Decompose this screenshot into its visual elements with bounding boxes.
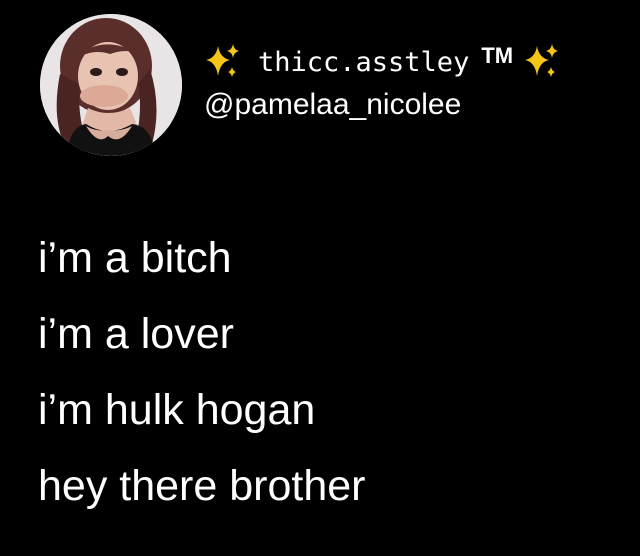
tweet-line: i’m a lover — [38, 310, 234, 358]
tweet-line: i’m hulk hogan — [38, 386, 316, 434]
trademark-symbol: TM — [481, 43, 514, 68]
display-name-text: thicc.asstley — [258, 46, 470, 78]
sparkles-icon — [521, 42, 561, 82]
tweet-line: hey there brother — [38, 462, 366, 510]
tweet-body: i’m a bitch i’m a lover i’m hulk hogan h… — [38, 220, 365, 524]
profile-photo-icon — [40, 14, 182, 156]
sparkles-icon — [202, 42, 242, 82]
user-handle[interactable]: @pamelaa_nicolee — [204, 88, 461, 122]
display-name[interactable]: thicc.asstley TM — [202, 40, 561, 84]
avatar[interactable] — [40, 14, 182, 156]
tweet-line: i’m a bitch — [38, 234, 232, 282]
tweet-card: thicc.asstley TM @pamelaa_nicolee i’m a … — [0, 0, 640, 556]
